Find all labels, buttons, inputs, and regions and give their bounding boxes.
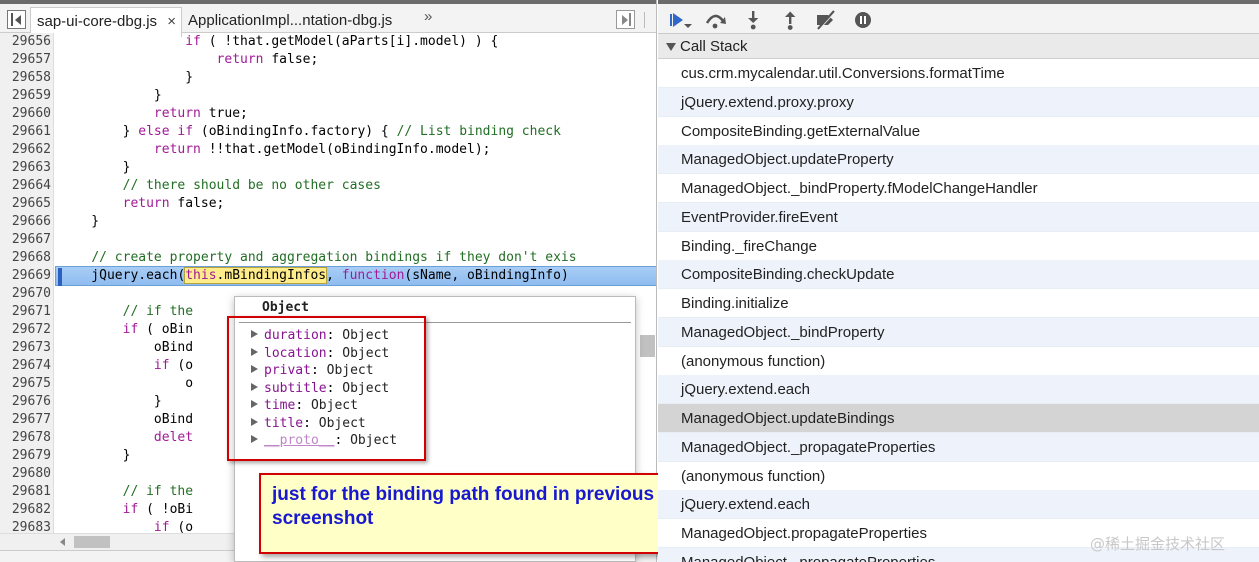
toggle-debugger-button[interactable] xyxy=(616,10,635,29)
deactivate-breakpoints-icon[interactable] xyxy=(813,8,839,32)
line-number[interactable]: 29674 xyxy=(0,357,51,375)
call-frame[interactable]: ManagedObject._propagateProperties xyxy=(658,433,1259,462)
line-number[interactable]: 29672 xyxy=(0,321,51,339)
call-frame[interactable]: jQuery.extend.proxy.proxy xyxy=(658,88,1259,117)
line-number[interactable]: 29662 xyxy=(0,141,51,159)
highlight-box xyxy=(227,316,426,461)
line-number[interactable]: 29657 xyxy=(0,51,51,69)
call-frame[interactable]: cus.crm.mycalendar.util.Conversions.form… xyxy=(658,59,1259,88)
vertical-scrollbar-thumb[interactable] xyxy=(640,335,655,357)
call-frame[interactable]: Binding.initialize xyxy=(658,289,1259,318)
collapse-triangle-icon[interactable] xyxy=(666,43,676,51)
line-number[interactable]: 29680 xyxy=(0,465,51,483)
line-number[interactable]: 29667 xyxy=(0,231,51,249)
call-stack-header[interactable]: Call Stack xyxy=(658,34,1259,59)
tab-label: sap-ui-core-dbg.js xyxy=(37,13,158,30)
line-number[interactable]: 29677 xyxy=(0,411,51,429)
toggle-navigator-button[interactable] xyxy=(7,10,26,29)
call-frame[interactable]: ManagedObject._bindProperty.fModelChange… xyxy=(658,174,1259,203)
line-number[interactable]: 29665 xyxy=(0,195,51,213)
execution-line-marker xyxy=(58,268,62,286)
debugger-sidebar: Call Stack cus.crm.mycalendar.util.Conve… xyxy=(658,0,1259,562)
tab-label: ApplicationImpl...ntation-dbg.js xyxy=(188,12,393,29)
call-frame[interactable]: jQuery.extend.each xyxy=(658,375,1259,404)
line-number[interactable]: 29664 xyxy=(0,177,51,195)
call-frame[interactable]: CompositeBinding.getExternalValue xyxy=(658,117,1259,146)
debugger-toolbar xyxy=(658,0,1259,34)
step-into-icon[interactable] xyxy=(740,8,766,32)
hovered-expression[interactable]: this.mBindingInfos xyxy=(184,267,328,284)
line-number[interactable]: 29656 xyxy=(0,33,51,51)
line-number[interactable]: 29658 xyxy=(0,69,51,87)
code-line[interactable]: } xyxy=(60,87,656,105)
annotation-callout: just for the binding path found in previ… xyxy=(259,473,723,554)
line-number[interactable]: 29660 xyxy=(0,105,51,123)
line-number[interactable]: 29675 xyxy=(0,375,51,393)
close-icon[interactable]: × xyxy=(167,8,176,36)
code-line[interactable]: // create property and aggregation bindi… xyxy=(60,249,656,267)
code-line[interactable]: } xyxy=(60,213,656,231)
code-line[interactable]: } xyxy=(60,159,656,177)
annotation-text-line: just for the binding path found in previ… xyxy=(272,484,655,505)
code-line[interactable]: return false; xyxy=(60,195,656,213)
line-number[interactable]: 29679 xyxy=(0,447,51,465)
call-frame[interactable]: ManagedObject.updateProperty xyxy=(658,145,1259,174)
line-number[interactable]: 29668 xyxy=(0,249,51,267)
line-number[interactable]: 29681 xyxy=(0,483,51,501)
call-frame[interactable]: (anonymous function) xyxy=(658,347,1259,376)
line-number[interactable]: 29669 xyxy=(0,267,51,285)
source-tab-bar: sap-ui-core-dbg.js × ApplicationImpl...n… xyxy=(0,0,656,37)
code-line[interactable]: return false; xyxy=(60,51,656,69)
watermark: @稀土掘金技术社区 xyxy=(1090,535,1226,553)
code-line[interactable]: return !!that.getModel(oBindingInfo.mode… xyxy=(60,141,656,159)
code-line[interactable]: if ( !that.getModel(aParts[i].model) ) { xyxy=(60,33,656,51)
line-number[interactable]: 29673 xyxy=(0,339,51,357)
call-frame[interactable]: EventProvider.fireEvent xyxy=(658,203,1259,232)
line-number[interactable]: 29671 xyxy=(0,303,51,321)
code-line[interactable]: return true; xyxy=(60,105,656,123)
annotation-text-line: screenshot xyxy=(272,508,374,529)
line-number[interactable]: 29682 xyxy=(0,501,51,519)
line-number[interactable]: 29661 xyxy=(0,123,51,141)
call-stack-title: Call Stack xyxy=(680,38,748,55)
line-number-gutter[interactable]: 29656 29657 29658 29659 29660 29661 2966… xyxy=(0,33,54,553)
call-frame[interactable]: jQuery.extend.each xyxy=(658,490,1259,519)
call-frame[interactable]: CompositeBinding.checkUpdate xyxy=(658,260,1259,289)
line-number[interactable]: 29670 xyxy=(0,285,51,303)
call-frame[interactable]: (anonymous function) xyxy=(658,462,1259,491)
resume-icon[interactable] xyxy=(664,8,692,32)
popover-title: Object xyxy=(262,300,309,315)
line-number[interactable]: 29659 xyxy=(0,87,51,105)
toolbar-divider xyxy=(644,12,645,28)
code-line[interactable]: } xyxy=(60,69,656,87)
call-frame[interactable]: Binding._fireChange xyxy=(658,232,1259,261)
code-line[interactable] xyxy=(60,231,656,249)
step-over-icon[interactable] xyxy=(702,8,728,32)
call-frame-selected[interactable]: ManagedObject.updateBindings xyxy=(658,404,1259,433)
line-number[interactable]: 29678 xyxy=(0,429,51,447)
scroll-left-arrow-icon[interactable] xyxy=(60,538,65,546)
line-number[interactable]: 29676 xyxy=(0,393,51,411)
code-line[interactable]: // there should be no other cases xyxy=(60,177,656,195)
line-number[interactable]: 29666 xyxy=(0,213,51,231)
line-number[interactable]: 29663 xyxy=(0,159,51,177)
more-tabs-icon[interactable]: » xyxy=(424,8,432,25)
code-line[interactable]: } else if (oBindingInfo.factory) { // Li… xyxy=(60,123,656,141)
pause-on-exceptions-icon[interactable] xyxy=(850,8,876,32)
code-line-current[interactable]: jQuery.each(this.mBindingInfos, function… xyxy=(55,266,656,286)
step-out-icon[interactable] xyxy=(777,8,803,32)
call-frame[interactable]: ManagedObject._bindProperty xyxy=(658,318,1259,347)
horizontal-scrollbar-thumb[interactable] xyxy=(74,536,110,548)
